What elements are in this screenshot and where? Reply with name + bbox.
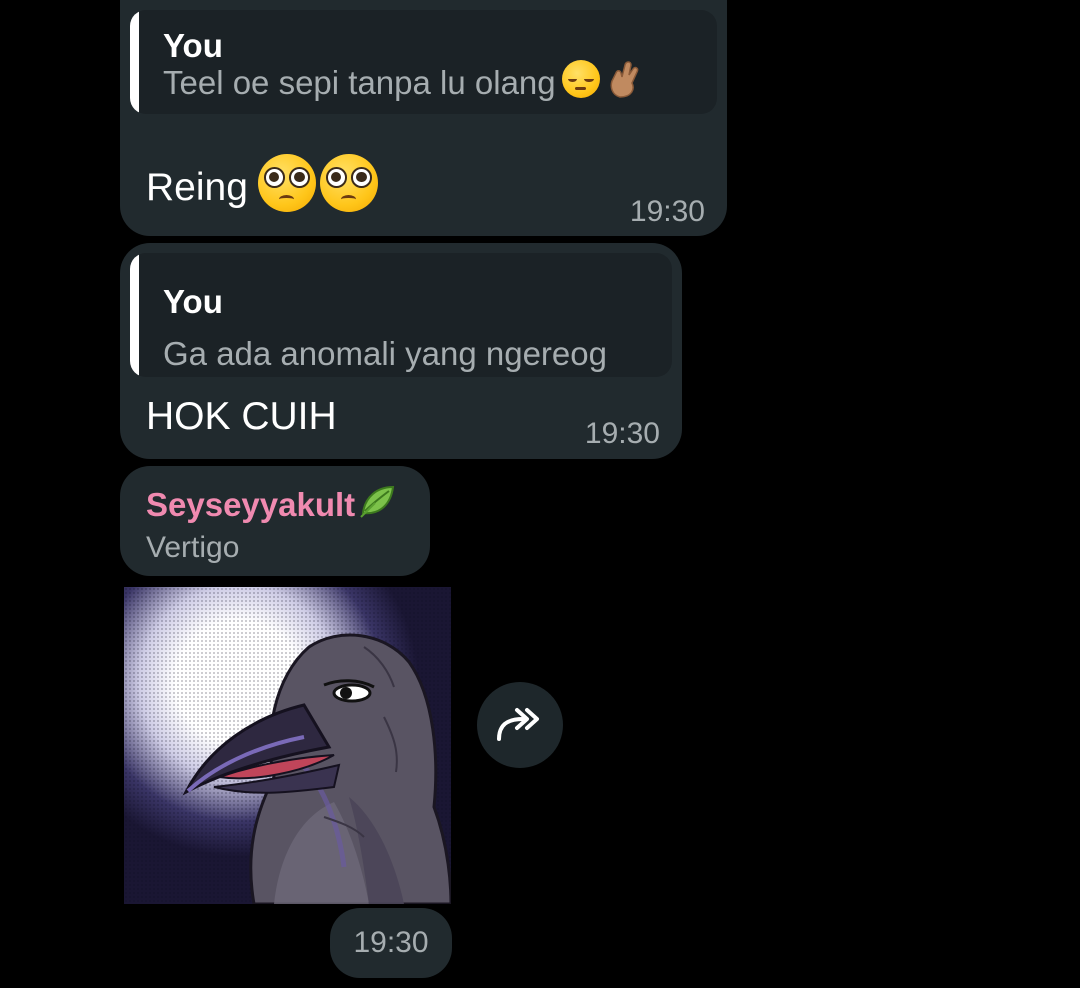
- message-bubble[interactable]: You Teel oe sepi tanpa lu olang Reing 19…: [120, 0, 727, 236]
- message-bubble[interactable]: You Ga ada anomali yang ngereog HOK CUIH…: [120, 243, 682, 459]
- reply-text-content: Teel oe sepi tanpa lu olang: [163, 64, 556, 101]
- reply-quote[interactable]: You Teel oe sepi tanpa lu olang: [130, 10, 717, 114]
- reply-accent-bar: [130, 10, 139, 114]
- pensive-face-icon: [561, 60, 600, 106]
- forward-button[interactable]: [477, 682, 563, 768]
- sticker-subtitle: Vertigo: [146, 531, 240, 564]
- message-text: Reing: [146, 154, 378, 222]
- crow-sticker[interactable]: [124, 587, 451, 904]
- sticker-time: 19:30: [330, 908, 452, 978]
- pleading-face-icon: [319, 154, 378, 222]
- reply-text: Ga ada anomali yang ngereog: [163, 335, 607, 373]
- leaf-icon: [357, 481, 397, 529]
- reply-accent-bar: [130, 253, 139, 377]
- reply-author: You: [163, 283, 223, 320]
- message-time: 19:30: [584, 417, 660, 450]
- sticker-header-bubble[interactable]: Seyseyyakult Vertigo: [120, 466, 430, 576]
- sender-name-text: Seyseyyakult: [146, 486, 356, 523]
- share-forward-icon: [497, 708, 539, 741]
- message-text-content: HOK CUIH: [146, 395, 337, 438]
- sender-name[interactable]: Seyseyyakult: [146, 481, 397, 529]
- message-text: HOK CUIH: [146, 395, 337, 439]
- message-text-content: Reing: [146, 166, 248, 209]
- sticker-time-text: 19:30: [353, 926, 429, 959]
- message-time: 19:30: [629, 195, 705, 228]
- reply-quote[interactable]: You Ga ada anomali yang ngereog: [130, 253, 672, 377]
- reply-text-content: Ga ada anomali yang ngereog: [163, 335, 607, 372]
- reply-text: Teel oe sepi tanpa lu olang: [163, 59, 642, 107]
- crossed-fingers-icon: [606, 59, 642, 107]
- pleading-face-icon: [257, 154, 316, 222]
